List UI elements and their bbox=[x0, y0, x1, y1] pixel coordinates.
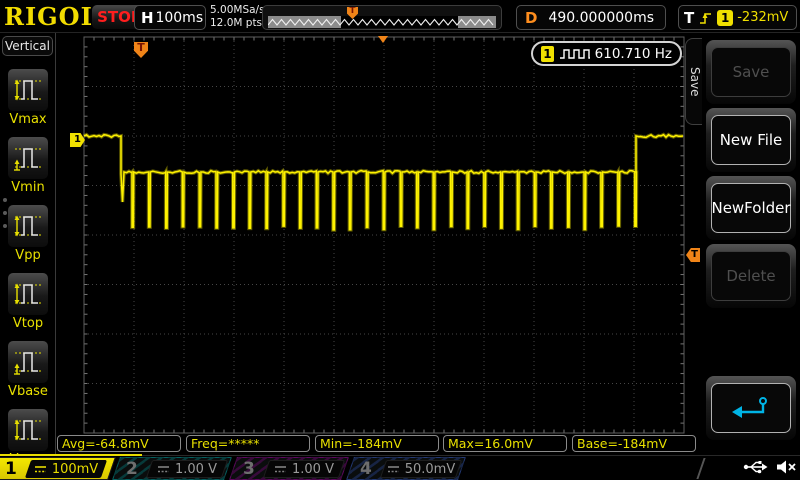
measurement-min: Min=-184mV bbox=[315, 435, 439, 452]
preview-waveform bbox=[268, 16, 496, 28]
channel-3-status[interactable]: 3 1.00 V bbox=[229, 457, 349, 480]
softkey-group: New File bbox=[706, 108, 796, 172]
sidebar-item-vmin[interactable]: Vmin bbox=[7, 136, 49, 195]
status-divider bbox=[696, 458, 705, 479]
new-folder-button[interactable]: NewFolder bbox=[711, 183, 791, 233]
horizontal-timebase: H 100ms bbox=[134, 5, 206, 30]
softkey-menu: Save Save New File NewFolder Delete bbox=[702, 33, 800, 455]
acquisition-info: 5.00MSa/s 12.0M pts bbox=[210, 4, 265, 30]
dc-coupling-icon bbox=[274, 465, 287, 474]
sidebar-item-vbase[interactable]: Vbase bbox=[7, 340, 49, 399]
vmin-icon bbox=[11, 142, 45, 172]
square-wave-icon bbox=[559, 47, 590, 60]
measurement-avg: Avg=-64.8mV bbox=[57, 435, 181, 452]
trigger-level-value: -232mV bbox=[737, 10, 788, 25]
vmax-button[interactable] bbox=[7, 68, 49, 112]
sample-rate: 5.00MSa/s bbox=[210, 4, 265, 17]
graticule-and-trace bbox=[56, 33, 702, 445]
channel-number: 3 bbox=[243, 459, 255, 479]
record-band bbox=[268, 16, 496, 28]
softkey-group: NewFolder bbox=[706, 176, 796, 240]
vbase-button[interactable] bbox=[7, 340, 49, 384]
trigger-label: T bbox=[684, 9, 694, 27]
horizontal-center-marker bbox=[378, 36, 388, 43]
vamp-icon bbox=[11, 414, 45, 444]
dc-coupling-icon bbox=[34, 465, 47, 474]
channel-status-bar: 1 100mV 2 1.00 V 3 1.00 V bbox=[0, 455, 800, 480]
delete-button[interactable]: Delete bbox=[711, 251, 791, 301]
dc-coupling-icon bbox=[387, 465, 400, 474]
return-arrow-icon bbox=[730, 395, 772, 421]
timebase-value: 100ms bbox=[154, 10, 205, 26]
trigger-source-badge: 1 bbox=[717, 10, 733, 26]
measure-sidebar: Vertical Vmax Vmin Vpp Vtop Vbase Vamp bbox=[0, 33, 56, 455]
vamp-button[interactable] bbox=[7, 408, 49, 452]
channel-number: 1 bbox=[5, 459, 17, 479]
softkey-group: Save bbox=[706, 40, 796, 104]
page-indicator-dot bbox=[3, 198, 7, 202]
softkey-group: Delete bbox=[706, 244, 796, 308]
softkey-group bbox=[706, 376, 796, 440]
measurement-freq: Freq=***** bbox=[186, 435, 310, 452]
channel-4-status[interactable]: 4 50.0mV bbox=[346, 457, 466, 480]
vpp-button[interactable] bbox=[7, 204, 49, 248]
channel-2-status[interactable]: 2 1.00 V bbox=[112, 457, 232, 480]
page-indicator-dot bbox=[3, 211, 7, 215]
waveform-preview-bar: T bbox=[262, 5, 502, 30]
vmax-icon bbox=[11, 74, 45, 104]
vtop-button[interactable] bbox=[7, 272, 49, 316]
counter-source-badge: 1 bbox=[541, 46, 554, 62]
channel-1-status[interactable]: 1 100mV bbox=[0, 457, 116, 480]
new-file-button[interactable]: New File bbox=[711, 115, 791, 165]
waveform-display: T 1 T 1 610.710 Hz Avg=-64.8mV Freq=****… bbox=[56, 33, 702, 455]
channel-scale: 50.0mV bbox=[405, 462, 456, 477]
vmin-button[interactable] bbox=[7, 136, 49, 180]
page-indicator-dot bbox=[3, 224, 7, 228]
active-channel-underline bbox=[0, 454, 142, 456]
sidebar-title: Vertical bbox=[2, 36, 53, 56]
menu-tab-save: Save bbox=[685, 38, 702, 125]
vpp-icon bbox=[11, 210, 45, 240]
measurement-base: Base=-184mV bbox=[572, 435, 696, 452]
top-status-bar: RIGOL STOP H 100ms 5.00MSa/s 12.0M pts T… bbox=[0, 0, 800, 33]
sidebar-item-vtop[interactable]: Vtop bbox=[7, 272, 49, 331]
channel-scale: 100mV bbox=[52, 462, 98, 477]
vbase-icon bbox=[11, 346, 45, 376]
measurement-max: Max=16.0mV bbox=[443, 435, 567, 452]
sidebar-item-vpp[interactable]: Vpp bbox=[7, 204, 49, 263]
rising-edge-icon bbox=[698, 10, 713, 26]
channel-scale: 1.00 V bbox=[175, 462, 217, 477]
timebase-label: H bbox=[141, 9, 154, 27]
delay-label: D bbox=[525, 9, 537, 27]
channel-number: 2 bbox=[126, 459, 138, 479]
save-button[interactable]: Save bbox=[711, 47, 791, 97]
counter-value: 610.710 Hz bbox=[595, 46, 672, 62]
oscilloscope-screen: RIGOL STOP H 100ms 5.00MSa/s 12.0M pts T… bbox=[0, 0, 800, 480]
brand-logo: RIGOL bbox=[4, 2, 98, 31]
channel-number: 4 bbox=[360, 459, 372, 479]
horizontal-delay: D 490.000000ms bbox=[516, 5, 666, 30]
dc-coupling-icon bbox=[157, 465, 170, 474]
speaker-muted-icon bbox=[776, 459, 798, 475]
trigger-info: T 1 -232mV bbox=[678, 5, 797, 30]
back-button[interactable] bbox=[711, 383, 791, 433]
frequency-counter: 1 610.710 Hz bbox=[531, 41, 682, 66]
sidebar-item-vmax[interactable]: Vmax bbox=[7, 68, 49, 127]
usb-icon bbox=[742, 459, 768, 475]
delay-value: 490.000000ms bbox=[537, 10, 665, 26]
vtop-icon bbox=[11, 278, 45, 308]
memory-depth: 12.0M pts bbox=[210, 17, 265, 30]
channel-scale: 1.00 V bbox=[292, 462, 334, 477]
